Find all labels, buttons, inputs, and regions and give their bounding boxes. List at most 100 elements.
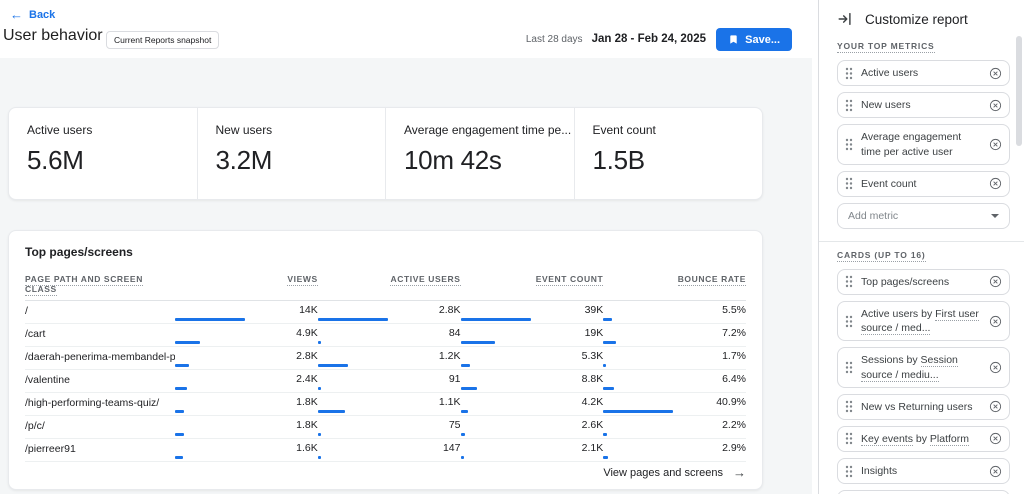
drag-handle-icon[interactable] <box>845 361 853 374</box>
metric-cell: 91 <box>318 373 461 390</box>
page-path-cell[interactable]: /high-performing-teams-quiz/ <box>25 396 175 413</box>
value-bar <box>603 341 616 344</box>
remove-icon[interactable] <box>989 432 1002 445</box>
page-path-cell[interactable]: /valentine <box>25 373 175 390</box>
value-bar-track <box>603 410 673 413</box>
drag-handle-icon[interactable] <box>845 400 853 413</box>
value-bar <box>318 318 388 321</box>
metric-item-label: Active users <box>861 66 983 80</box>
report-snapshot-chip[interactable]: Current Reports snapshot <box>106 31 219 49</box>
metric-cell: 2.4K <box>175 373 318 390</box>
metric-value: 1.8K <box>175 396 318 408</box>
column-header-active-users[interactable]: ACTIVE USERS <box>318 274 461 294</box>
column-header-page-path[interactable]: PAGE PATH AND SCREEN CLASS <box>25 274 175 294</box>
remove-icon[interactable] <box>989 275 1002 288</box>
column-header-bounce-rate[interactable]: BOUNCE RATE <box>603 274 746 294</box>
metric-value: 75 <box>318 419 461 431</box>
metric-value: 40.9% <box>603 396 746 408</box>
metric-value: 5.5% <box>603 304 746 316</box>
remove-icon[interactable] <box>989 315 1002 328</box>
drag-handle-icon[interactable] <box>845 67 853 80</box>
remove-icon[interactable] <box>989 465 1002 478</box>
metric-cell: 147 <box>318 442 461 459</box>
scrollbar-thumb[interactable] <box>1016 36 1022 146</box>
value-bar <box>175 364 189 367</box>
remove-icon[interactable] <box>989 138 1002 151</box>
metric-cell: 7.2% <box>603 327 746 344</box>
value-bar <box>175 433 184 436</box>
value-bar-track <box>175 364 245 367</box>
scorecard-active-users[interactable]: Active users 5.6M <box>9 108 197 199</box>
value-bar-track <box>461 318 531 321</box>
metric-cell: 2.8K <box>175 350 318 367</box>
value-bar <box>461 318 531 321</box>
metric-value: 84 <box>318 327 461 339</box>
metric-item[interactable]: Event count <box>837 171 1010 197</box>
remove-icon[interactable] <box>989 99 1002 112</box>
column-header-views[interactable]: VIEWS <box>175 274 318 294</box>
metric-item[interactable]: New users <box>837 92 1010 118</box>
metric-value: 4.9K <box>175 327 318 339</box>
card-item[interactable]: New vs Returning users <box>837 394 1010 420</box>
drag-handle-icon[interactable] <box>845 315 853 328</box>
drag-handle-icon[interactable] <box>845 177 853 190</box>
metric-item[interactable]: Active users <box>837 60 1010 86</box>
drag-handle-icon[interactable] <box>845 432 853 445</box>
date-range-picker[interactable]: Last 28 days Jan 28 - Feb 24, 2025 <box>526 33 706 45</box>
card-item[interactable]: Active users by First user source / med.… <box>837 301 1010 341</box>
column-header-label: VIEWS <box>287 274 317 286</box>
value-bar <box>461 387 477 390</box>
value-bar-track <box>461 364 531 367</box>
value-bar <box>603 433 607 436</box>
value-bar <box>461 341 495 344</box>
drag-handle-icon[interactable] <box>845 138 853 151</box>
top-pages-card: Top pages/screens PAGE PATH AND SCREEN C… <box>8 230 763 490</box>
table-title: Top pages/screens <box>25 245 746 259</box>
scorecard-avg-engagement-time[interactable]: Average engagement time pe... 10m 42s <box>385 108 574 199</box>
card-item[interactable]: Top pages/screens <box>837 269 1010 295</box>
column-header-event-count[interactable]: EVENT COUNT <box>461 274 604 294</box>
card-item[interactable]: Sessions by Session source / mediu... <box>837 347 1010 387</box>
back-button[interactable]: ← Back <box>10 8 55 21</box>
drag-handle-icon[interactable] <box>845 465 853 478</box>
close-panel-icon[interactable] <box>837 11 853 27</box>
metric-value: 147 <box>318 442 461 454</box>
scorecard-label: Event count <box>593 123 763 137</box>
save-button[interactable]: Save... <box>716 28 792 51</box>
view-pages-link[interactable]: View pages and screens → <box>603 465 746 480</box>
metric-cell: 40.9% <box>603 396 746 413</box>
metric-value: 5.3K <box>461 350 604 362</box>
page-path-cell[interactable]: /pierreer91 <box>25 442 175 459</box>
remove-icon[interactable] <box>989 361 1002 374</box>
scorecard-event-count[interactable]: Event count 1.5B <box>574 108 763 199</box>
metric-cell: 1.2K <box>318 350 461 367</box>
metric-value: 2.2% <box>603 419 746 431</box>
value-bar <box>603 387 614 390</box>
page-path-cell[interactable]: /p/c/ <box>25 419 175 436</box>
add-metric-dropdown[interactable]: Add metric <box>837 203 1010 229</box>
page-path-cell[interactable]: /cart <box>25 327 175 344</box>
page-path-cell[interactable]: / <box>25 304 175 321</box>
arrow-right-icon: → <box>733 465 746 480</box>
value-bar-track <box>318 364 388 367</box>
metric-item[interactable]: Average engagement time per active user <box>837 124 1010 164</box>
drag-handle-icon[interactable] <box>845 99 853 112</box>
view-pages-label: View pages and screens <box>603 467 723 479</box>
remove-icon[interactable] <box>989 400 1002 413</box>
page-path-cell[interactable]: /daerah-penerima-membandel-peny... <box>25 350 175 367</box>
metric-cell: 1.6K <box>175 442 318 459</box>
value-bar <box>603 410 673 413</box>
card-item[interactable]: Active users by <box>837 490 1010 494</box>
value-bar <box>175 318 245 321</box>
scorecard-new-users[interactable]: New users 3.2M <box>197 108 386 199</box>
value-bar-track <box>175 410 245 413</box>
card-item[interactable]: Key events by Platform <box>837 426 1010 452</box>
remove-icon[interactable] <box>989 67 1002 80</box>
metric-value: 14K <box>175 304 318 316</box>
back-arrow-icon: ← <box>10 8 23 21</box>
remove-icon[interactable] <box>989 177 1002 190</box>
card-item[interactable]: Insights <box>837 458 1010 484</box>
metric-item-label: Event count <box>861 177 983 191</box>
drag-handle-icon[interactable] <box>845 275 853 288</box>
scorecard-value: 3.2M <box>216 145 386 176</box>
